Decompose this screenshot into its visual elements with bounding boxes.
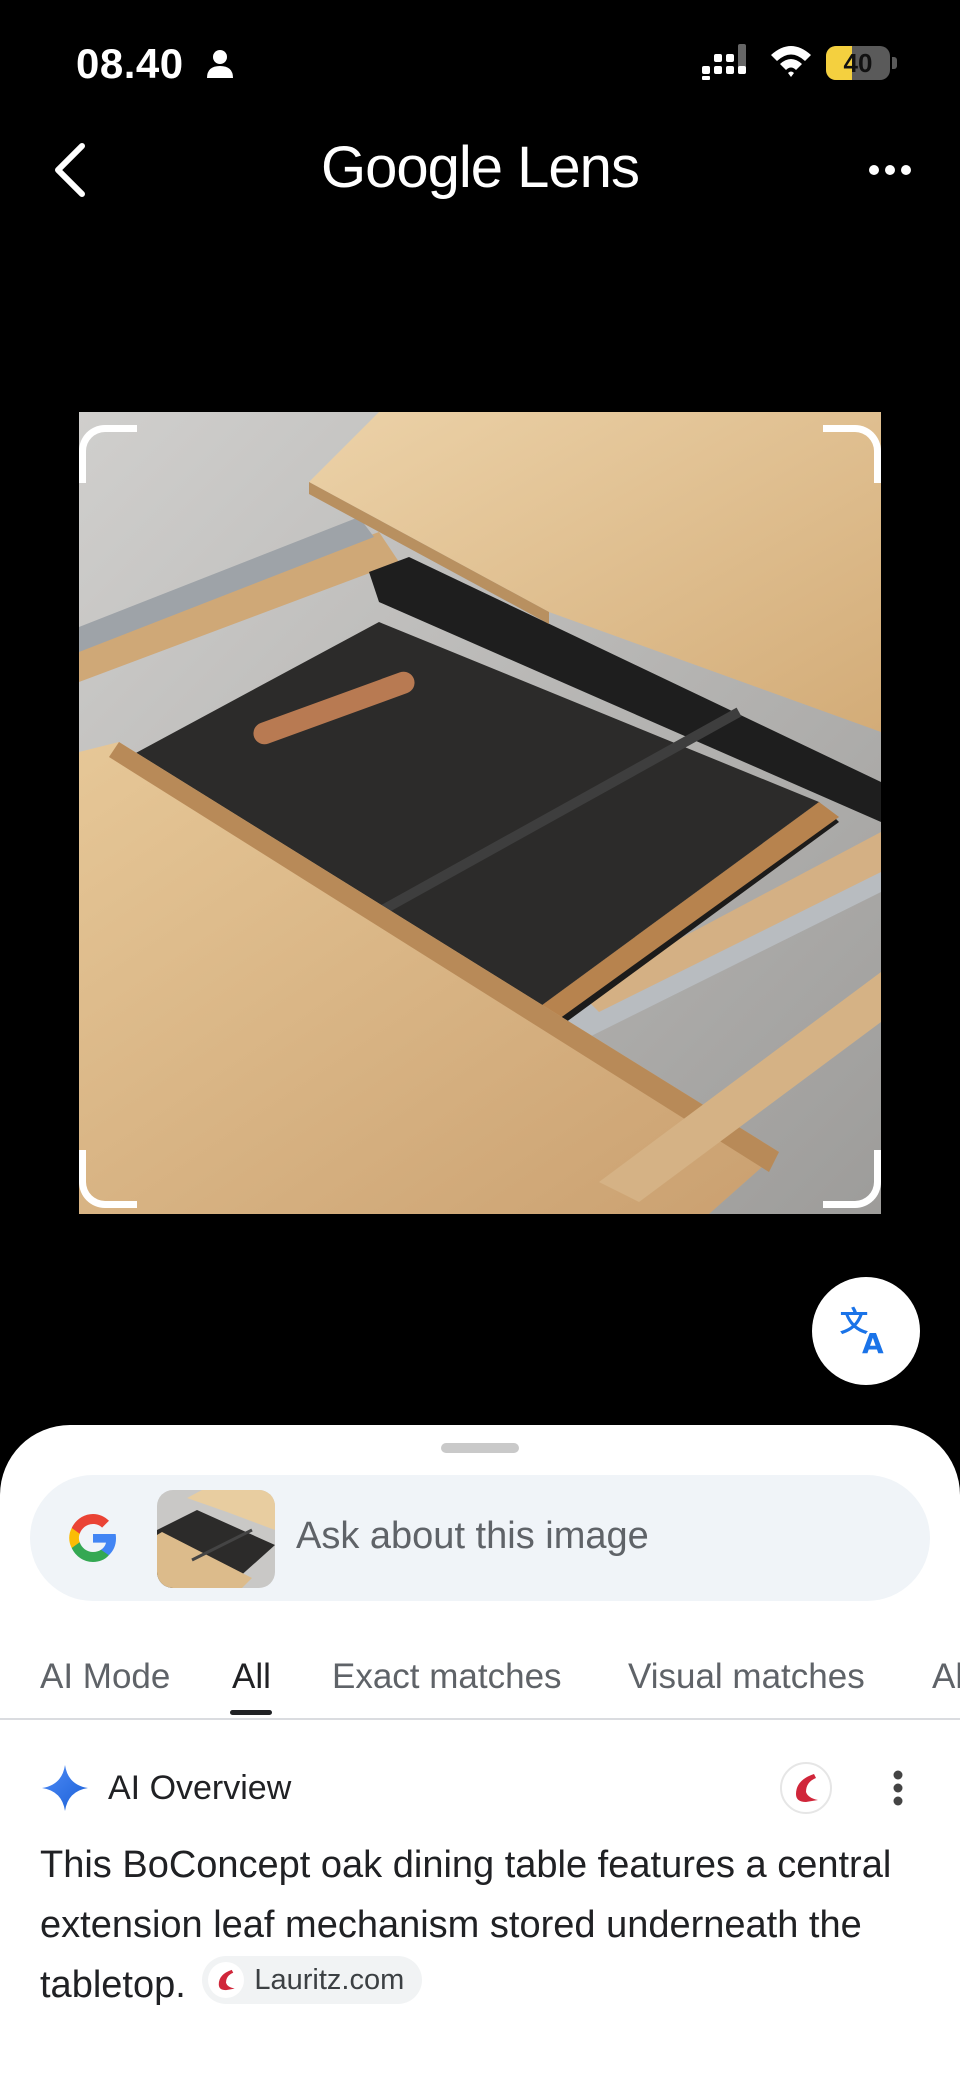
ai-overview-body: This BoConcept oak dining table features… — [40, 1844, 892, 2006]
battery-indicator: 40 — [826, 46, 898, 80]
status-time: 08.40 — [76, 40, 184, 87]
results-sheet: Ask about this image AI Mode All Exact m… — [0, 1425, 960, 2078]
lauritz-chip-icon — [208, 1962, 245, 1998]
source-chip[interactable]: Lauritz.com — [202, 1956, 423, 2004]
crop-corner-bottom-right[interactable] — [823, 1150, 881, 1208]
more-horizontal-icon — [869, 165, 911, 175]
svg-text:A: A — [862, 1327, 884, 1359]
lauritz-logo-icon — [796, 1774, 818, 1802]
more-options-button[interactable] — [860, 145, 920, 195]
more-vertical-icon[interactable] — [880, 1763, 916, 1813]
translate-icon: 文 A — [840, 1305, 884, 1359]
ai-overview-title: AI Overview — [108, 1769, 292, 1807]
sheet-drag-handle[interactable] — [441, 1443, 519, 1453]
crop-corner-top-right[interactable] — [823, 425, 881, 483]
tab-exact-matches[interactable]: Exact matches — [332, 1657, 562, 1697]
image-thumbnail[interactable] — [157, 1490, 275, 1588]
tab-ai-mode[interactable]: AI Mode — [40, 1657, 170, 1697]
table-photo — [79, 412, 881, 1214]
google-g-icon — [69, 1514, 116, 1562]
ask-about-image-bar[interactable]: Ask about this image — [30, 1475, 930, 1601]
sparkle-icon — [42, 1765, 88, 1811]
app-title: Google Lens — [321, 135, 640, 200]
source-avatar[interactable] — [780, 1762, 832, 1814]
crop-corner-top-left[interactable] — [79, 425, 137, 483]
crop-corner-bottom-left[interactable] — [79, 1150, 137, 1208]
source-chip-label: Lauritz.com — [254, 1964, 405, 1996]
ai-overview-header: AI Overview — [0, 1745, 960, 1825]
ai-overview-text: This BoConcept oak dining table features… — [40, 1835, 920, 2015]
signal-icon — [702, 44, 746, 80]
wifi-icon — [771, 46, 811, 77]
status-bar: 08.40 40 — [0, 0, 960, 130]
battery-level: 40 — [843, 48, 873, 78]
ask-placeholder: Ask about this image — [296, 1515, 649, 1557]
translate-button[interactable]: 文 A — [812, 1277, 920, 1385]
tab-all[interactable]: All — [232, 1657, 271, 1697]
tab-visual-matches[interactable]: Visual matches — [628, 1657, 865, 1697]
active-tab-indicator — [230, 1710, 272, 1715]
selected-image[interactable] — [79, 412, 881, 1214]
tab-more[interactable]: Al — [932, 1657, 960, 1697]
person-icon — [207, 50, 233, 78]
